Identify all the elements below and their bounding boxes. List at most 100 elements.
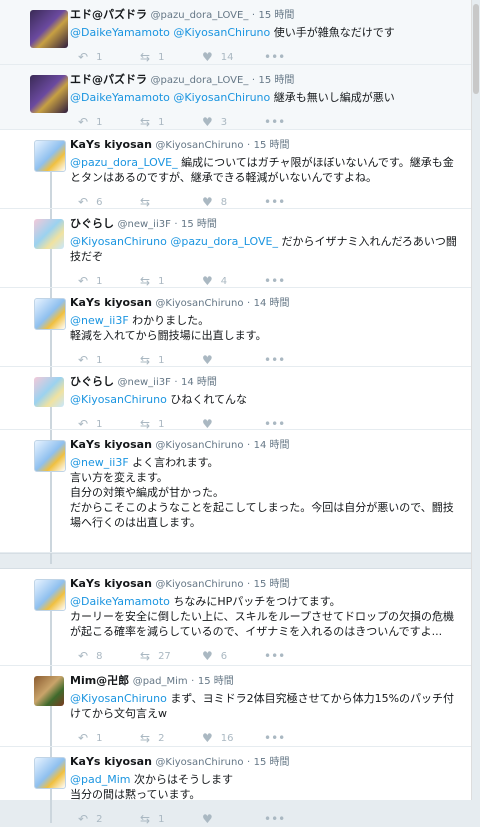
tweet[interactable]: ひぐらし @new_ii3F · 14 時間 @KiyosanChiruno ひ… xyxy=(0,367,472,431)
user-handle[interactable]: @pazu_dora_LOVE_ xyxy=(151,75,249,86)
mention-link[interactable]: @KiyosanChiruno xyxy=(70,393,167,406)
retweet-button[interactable]: ⇆ 1 xyxy=(132,274,194,288)
more-button[interactable]: ••• xyxy=(256,115,318,129)
retweet-button[interactable]: ⇆ 1 xyxy=(132,353,194,367)
timestamp[interactable]: 14 時間 xyxy=(254,440,290,451)
mention-link[interactable]: @pazu_dora_LOVE_ xyxy=(70,156,178,169)
timestamp[interactable]: 15 時間 xyxy=(254,757,290,768)
avatar[interactable] xyxy=(34,579,66,611)
display-name[interactable]: KaYs kiyosan xyxy=(70,438,152,451)
reply-button[interactable]: ↶ 2 xyxy=(70,812,132,826)
tweet[interactable]: KaYs kiyosan @KiyosanChiruno · 15 時間 @pa… xyxy=(0,130,472,209)
reply-button[interactable]: ↶ 1 xyxy=(70,353,132,367)
like-button[interactable]: ♥ 16 xyxy=(194,731,256,745)
retweet-button[interactable]: ⇆ 27 xyxy=(132,649,194,663)
avatar[interactable] xyxy=(34,219,64,249)
retweet-button[interactable]: ⇆ 1 xyxy=(132,115,194,129)
display-name[interactable]: ひぐらし xyxy=(70,375,114,388)
timestamp[interactable]: 15 時間 xyxy=(198,676,234,687)
tweet[interactable]: KaYs kiyosan @KiyosanChiruno · 14 時間 @ne… xyxy=(0,288,472,367)
timestamp[interactable]: 14 時間 xyxy=(181,377,217,388)
reply-button[interactable]: ↶ 1 xyxy=(70,50,132,64)
mention-link[interactable]: @new_ii3F xyxy=(70,456,129,469)
display-name[interactable]: エド@パズドラ xyxy=(70,73,147,86)
display-name[interactable]: ひぐらし xyxy=(70,217,114,230)
avatar[interactable] xyxy=(34,140,66,172)
display-name[interactable]: エド@パズドラ xyxy=(70,8,147,21)
mention-link[interactable]: @DaikeYamamoto xyxy=(70,595,170,608)
user-handle[interactable]: @KiyosanChiruno xyxy=(155,298,243,309)
more-button[interactable]: ••• xyxy=(256,274,318,288)
scrollbar-thumb[interactable] xyxy=(473,4,479,94)
scrollbar[interactable] xyxy=(471,0,480,800)
avatar[interactable] xyxy=(34,377,64,407)
avatar[interactable] xyxy=(34,676,64,706)
user-handle[interactable]: @KiyosanChiruno xyxy=(155,440,243,451)
mention-link[interactable]: @new_ii3F xyxy=(70,314,129,327)
more-button[interactable]: ••• xyxy=(256,195,318,209)
like-button[interactable]: ♥ 6 xyxy=(194,649,256,663)
like-button[interactable]: ♥ xyxy=(194,353,256,367)
like-button[interactable]: ♥ 3 xyxy=(194,115,256,129)
retweet-button[interactable]: ⇆ 1 xyxy=(132,50,194,64)
timestamp[interactable]: 15 時間 xyxy=(259,75,295,86)
tweet[interactable]: KaYs kiyosan @KiyosanChiruno · 14 時間 @ne… xyxy=(0,430,472,553)
mention-link[interactable]: @KiyosanChiruno xyxy=(173,26,270,39)
like-button[interactable]: ♥ 8 xyxy=(194,195,256,209)
like-button[interactable]: ♥ 14 xyxy=(194,50,256,64)
reply-button[interactable]: ↶ 1 xyxy=(70,417,132,431)
timestamp[interactable]: 15 時間 xyxy=(181,219,217,230)
timestamp[interactable]: 15 時間 xyxy=(259,10,295,21)
mention-link[interactable]: @pad_Mim xyxy=(70,773,130,786)
mention-link[interactable]: @KiyosanChiruno xyxy=(70,235,167,248)
like-button[interactable]: ♥ xyxy=(194,417,256,431)
display-name[interactable]: KaYs kiyosan xyxy=(70,296,152,309)
retweet-button[interactable]: ⇆ 2 xyxy=(132,731,194,745)
tweet[interactable]: ひぐらし @new_ii3F · 15 時間 @KiyosanChiruno @… xyxy=(0,209,472,288)
retweet-button[interactable]: ⇆ xyxy=(132,195,194,209)
user-handle[interactable]: @pad_Mim xyxy=(133,676,188,687)
avatar[interactable] xyxy=(30,75,68,113)
reply-button[interactable]: ↶ 1 xyxy=(70,731,132,745)
reply-button[interactable]: ↶ 1 xyxy=(70,115,132,129)
tweet[interactable]: エド@パズドラ @pazu_dora_LOVE_ · 15 時間 @DaikeY… xyxy=(0,65,472,130)
reply-button[interactable]: ↶ 6 xyxy=(70,195,132,209)
mention-link[interactable]: @DaikeYamamoto xyxy=(70,91,170,104)
tweet[interactable]: Mim@卍郎 @pad_Mim · 15 時間 @KiyosanChiruno … xyxy=(0,666,472,747)
timestamp[interactable]: 14 時間 xyxy=(254,298,290,309)
tweet[interactable]: KaYs kiyosan @KiyosanChiruno · 15 時間 @Da… xyxy=(0,569,472,666)
avatar[interactable] xyxy=(34,440,66,472)
timestamp[interactable]: 15 時間 xyxy=(254,140,290,151)
user-handle[interactable]: @KiyosanChiruno xyxy=(155,140,243,151)
user-handle[interactable]: @KiyosanChiruno xyxy=(155,579,243,590)
tweet[interactable]: KaYs kiyosan @KiyosanChiruno · 15 時間 @pa… xyxy=(0,747,472,827)
avatar[interactable] xyxy=(34,298,66,330)
mention-link[interactable]: @DaikeYamamoto xyxy=(70,26,170,39)
user-handle[interactable]: @new_ii3F xyxy=(118,219,171,230)
more-button[interactable]: ••• xyxy=(256,649,318,663)
avatar[interactable] xyxy=(30,10,68,48)
more-button[interactable]: ••• xyxy=(256,417,318,431)
mention-link[interactable]: @KiyosanChiruno xyxy=(70,692,167,705)
user-handle[interactable]: @new_ii3F xyxy=(118,377,171,388)
more-button[interactable]: ••• xyxy=(256,731,318,745)
display-name[interactable]: KaYs kiyosan xyxy=(70,755,152,768)
retweet-button[interactable]: ⇆ 1 xyxy=(132,812,194,826)
mention-link[interactable]: @pazu_dora_LOVE_ xyxy=(170,235,278,248)
display-name[interactable]: Mim@卍郎 xyxy=(70,674,129,687)
reply-button[interactable]: ↶ 1 xyxy=(70,274,132,288)
tweet[interactable]: エド@パズドラ @pazu_dora_LOVE_ · 15 時間 @DaikeY… xyxy=(0,0,472,65)
user-handle[interactable]: @pazu_dora_LOVE_ xyxy=(151,10,249,21)
display-name[interactable]: KaYs kiyosan xyxy=(70,138,152,151)
mention-link[interactable]: @KiyosanChiruno xyxy=(173,91,270,104)
more-button[interactable]: ••• xyxy=(256,353,318,367)
more-button[interactable]: ••• xyxy=(256,50,318,64)
display-name[interactable]: KaYs kiyosan xyxy=(70,577,152,590)
retweet-button[interactable]: ⇆ 1 xyxy=(132,417,194,431)
avatar[interactable] xyxy=(34,757,66,789)
like-button[interactable]: ♥ xyxy=(194,812,256,826)
timestamp[interactable]: 15 時間 xyxy=(254,579,290,590)
like-button[interactable]: ♥ 4 xyxy=(194,274,256,288)
reply-button[interactable]: ↶ 8 xyxy=(70,649,132,663)
more-button[interactable]: ••• xyxy=(256,812,318,826)
